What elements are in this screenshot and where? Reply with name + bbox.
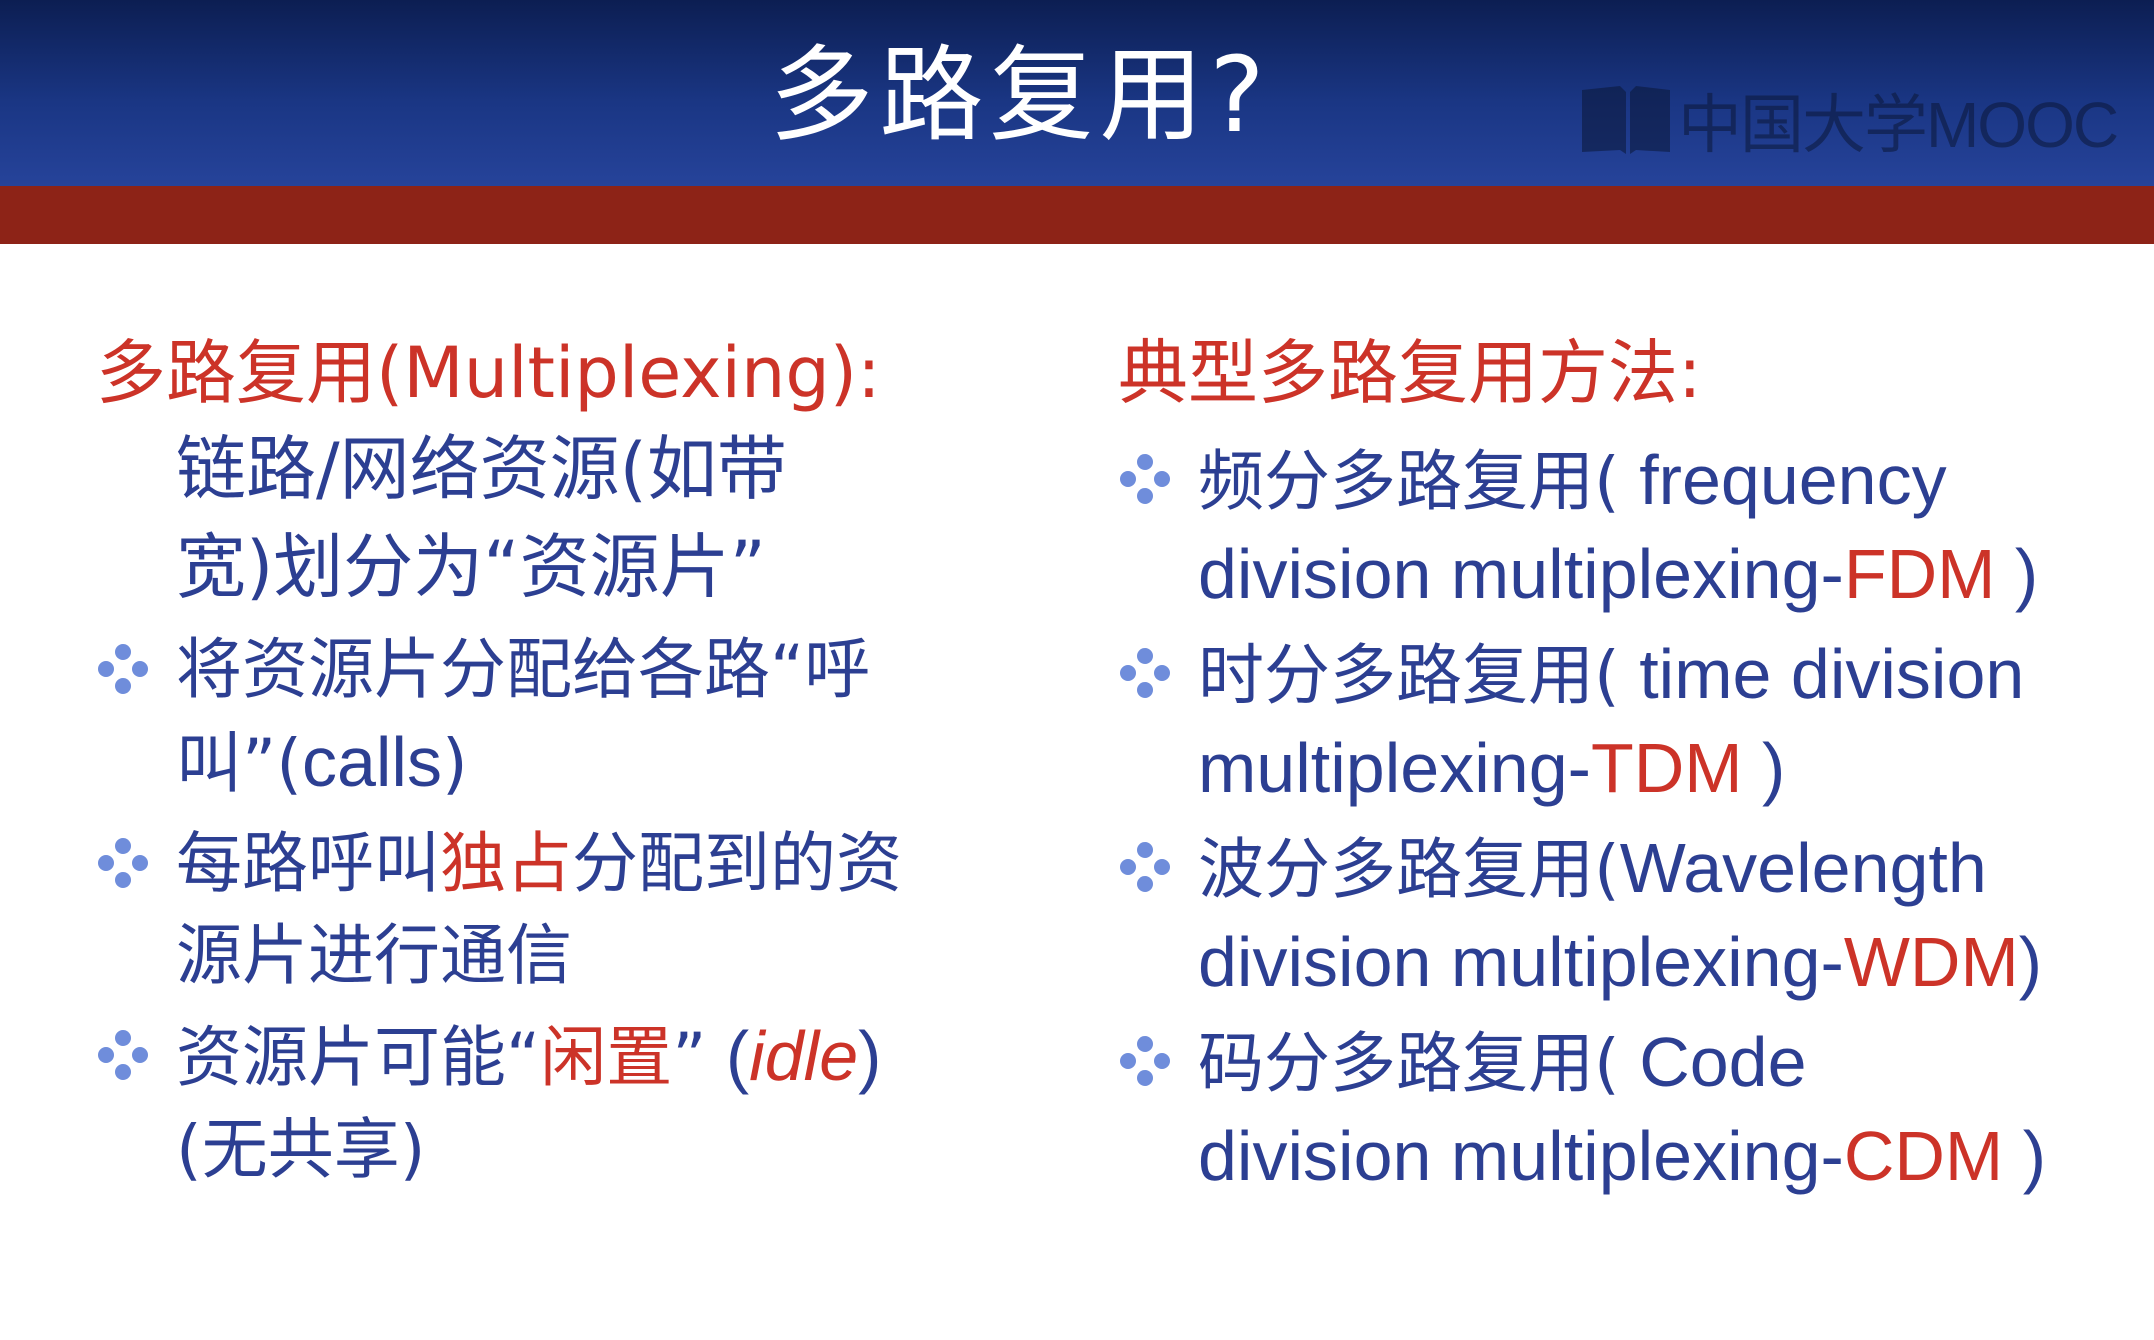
tdm-line-2-c: ) (1742, 729, 1786, 807)
bullet-1-text-a: 叫”( (176, 725, 302, 802)
wdm-en: Wavelength (1619, 829, 1987, 907)
wdm-line-2: division multiplexing-WDM) (1198, 916, 2128, 1008)
left-column: 多路复用(Multiplexing): 链路/网络资源(如带 宽)划分为“资源片… (96, 326, 1056, 1196)
tdm-en: time division (1619, 635, 2025, 713)
bullet-3-line-2: (无共享) (176, 1111, 426, 1188)
bullet-3-paren-close: ) (858, 1017, 882, 1095)
right-bullet-fdm: 频分多路复用( frequency division multiplexing-… (1118, 434, 2128, 620)
cdm-line-2: division multiplexing-CDM ) (1198, 1110, 2128, 1202)
bullet-2-text-a: 每路呼叫 (176, 825, 440, 902)
wdm-line-2-c: ) (2018, 923, 2043, 1001)
slide: 多路复用? 中国大学MOOC 多路复用(Multiplexing): 链路/网络… (0, 0, 2154, 1340)
slide-header: 多路复用? 中国大学MOOC (0, 0, 2154, 186)
tdm-line-2: multiplexing-TDM ) (1198, 722, 2128, 814)
right-bullet-wdm: 波分多路复用(Wavelength division multiplexing-… (1118, 822, 2128, 1008)
tdm-cn: 时分多路复用( (1198, 637, 1620, 714)
bullet-1-line-2: 叫”(calls) (176, 716, 1056, 810)
bullet-2-line-2: 源片进行通信 (176, 917, 572, 994)
wdm-line-2-a: division multiplexing- (1198, 923, 1844, 1001)
tdm-line-1: 时分多路复用( time division (1198, 628, 2128, 722)
diamond-dots-bullet-icon (1120, 842, 1170, 892)
cdm-acronym: CDM (1843, 1117, 2004, 1195)
right-bullet-tdm: 时分多路复用( time division multiplexing-TDM ) (1118, 628, 2128, 814)
diamond-dots-bullet-icon (98, 644, 148, 694)
diamond-dots-bullet-icon (98, 1030, 148, 1080)
bullet-1-calls: calls (301, 723, 442, 801)
cdm-en: Code (1619, 1023, 1807, 1101)
mooc-book-logo-icon (1582, 86, 1670, 154)
bullet-1-line-1: 将资源片分配给各路“呼 (176, 631, 871, 708)
left-heading: 多路复用(Multiplexing): (96, 332, 881, 414)
logo-text: 中国大学MOOC (1678, 89, 2119, 161)
accent-bar (0, 186, 2154, 244)
diamond-dots-bullet-icon (98, 838, 148, 888)
fdm-line-2-a: division multiplexing- (1198, 535, 1844, 613)
fdm-en: frequency (1619, 441, 1947, 519)
left-description: 链路/网络资源(如带 宽)划分为“资源片” (96, 420, 1056, 616)
bullet-3-highlight: 闲置 (540, 1019, 673, 1096)
fdm-line-2-c: ) (1995, 535, 2039, 613)
fdm-line-2: division multiplexing-FDM ) (1198, 528, 2128, 620)
wdm-cn: 波分多路复用( (1198, 831, 1620, 908)
fdm-acronym: FDM (1843, 535, 1996, 613)
bullet-2-line-1: 每路呼叫独占分配到的资 (176, 818, 1056, 910)
bullet-3-paren-open: ( (706, 1017, 750, 1095)
cdm-cn: 码分多路复用( (1198, 1025, 1620, 1102)
bullet-3-line-1: 资源片可能“闲置” (idle) (176, 1010, 1056, 1104)
right-bullet-cdm: 码分多路复用( Code division multiplexing-CDM ) (1118, 1016, 2128, 1202)
tdm-line-2-a: multiplexing- (1198, 729, 1591, 807)
bullet-3-idle: idle (749, 1017, 859, 1095)
desc-line-2: 宽)划分为“资源片” (176, 526, 766, 608)
diamond-dots-bullet-icon (1120, 1036, 1170, 1086)
cdm-line-1: 码分多路复用( Code (1198, 1016, 2128, 1110)
cdm-line-2-c: ) (2003, 1117, 2047, 1195)
bullet-2-text-c: 分配到的资 (572, 825, 902, 902)
fdm-line-1: 频分多路复用( frequency (1198, 434, 2128, 528)
wdm-acronym: WDM (1843, 923, 2019, 1001)
desc-line-1: 链路/网络资源(如带 (176, 428, 787, 510)
right-heading: 典型多路复用方法: (1118, 332, 1702, 414)
bullet-1-text-c: ) (442, 725, 468, 802)
mooc-logo: 中国大学MOOC (1580, 82, 2119, 161)
left-bullet-3: 资源片可能“闲置” (idle) (无共享) (96, 1010, 1056, 1196)
wdm-line-1: 波分多路复用(Wavelength (1198, 822, 2128, 916)
fdm-cn: 频分多路复用( (1198, 443, 1620, 520)
bullet-2-highlight: 独占 (440, 825, 572, 902)
left-bullet-1: 将资源片分配给各路“呼 叫”(calls) (96, 624, 1056, 810)
tdm-acronym: TDM (1590, 729, 1743, 807)
bullet-3-text-a: 资源片可能“ (176, 1019, 541, 1096)
cdm-line-2-a: division multiplexing- (1198, 1117, 1844, 1195)
diamond-dots-bullet-icon (1120, 648, 1170, 698)
right-column: 典型多路复用方法: 频分多路复用( frequency division mul… (1118, 326, 2128, 1202)
diamond-dots-bullet-icon (1120, 454, 1170, 504)
bullet-3-text-c: ” (672, 1019, 707, 1096)
left-bullet-2: 每路呼叫独占分配到的资 源片进行通信 (96, 818, 1056, 1002)
